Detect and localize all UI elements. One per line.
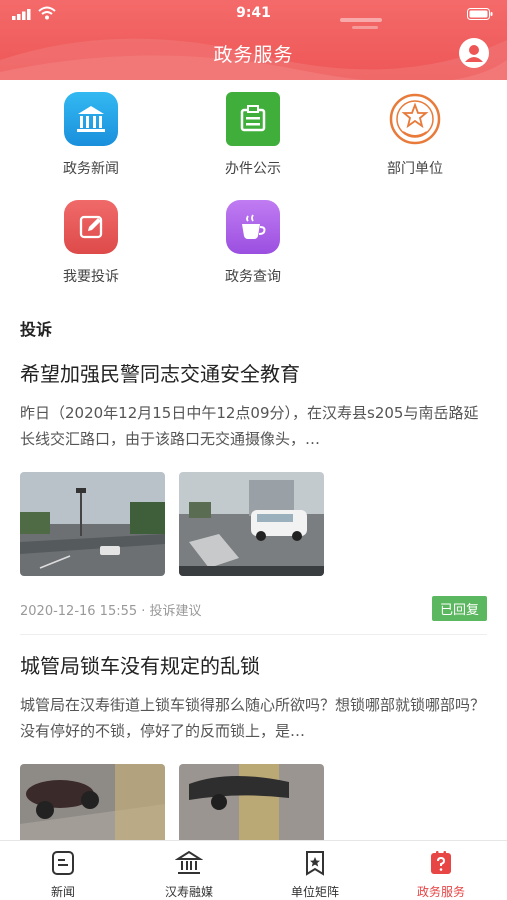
service-question-icon: [431, 851, 451, 874]
photo-car-on-road[interactable]: [179, 472, 324, 576]
complaint-title[interactable]: 城管局锁车没有规定的乱锁: [20, 652, 487, 680]
bookmark-star-icon: [306, 851, 324, 876]
quick-link-label: 办件公示: [225, 161, 281, 177]
notice-board-icon: [226, 92, 280, 146]
quick-link-gov-news[interactable]: 政务新闻: [16, 92, 166, 178]
bottom-tab-bar: 新闻 汉寿融媒 单位矩阵 政务服务: [0, 840, 507, 900]
tab-media[interactable]: 汉寿融媒: [126, 841, 252, 900]
user-avatar-icon[interactable]: [459, 38, 489, 68]
complaint-title[interactable]: 希望加强民警同志交通安全教育: [20, 360, 487, 388]
section-title: 投诉: [20, 320, 53, 339]
battery-icon: [467, 8, 493, 20]
page-title: 政务服务: [213, 44, 294, 66]
photo-road-intersection[interactable]: [20, 472, 165, 576]
card-divider: [20, 634, 487, 635]
quick-link-label: 政务新闻: [63, 161, 119, 177]
status-bar: 9:41: [0, 0, 507, 28]
quick-link-departments[interactable]: 部门单位: [340, 92, 490, 178]
edit-icon: [64, 200, 118, 254]
tab-label: 单位矩阵: [290, 885, 339, 899]
coffee-cup-icon: [226, 200, 280, 254]
tab-label: 汉寿融媒: [164, 885, 213, 899]
tab-label: 新闻: [50, 885, 75, 899]
quick-link-complaint[interactable]: 我要投诉: [16, 200, 166, 286]
status-badge: 已回复: [431, 596, 487, 621]
tab-label: 政务服务: [416, 885, 465, 899]
quick-link-label: 政务查询: [225, 269, 281, 285]
quick-link-label: 我要投诉: [63, 269, 119, 285]
quick-link-public-notice[interactable]: 办件公示: [178, 92, 328, 178]
tab-unit-matrix[interactable]: 单位矩阵: [252, 841, 378, 900]
complaint-card[interactable]: 希望加强民警同志交通安全教育 昨日（2020年12月15日中午12点09分），在…: [20, 360, 487, 621]
complaint-desc: 城管局在汉寿街道上锁车锁得那么随心所欲吗？想锁哪部就锁哪部吗？没有停好的不锁，停…: [20, 696, 486, 740]
tab-news[interactable]: 新闻: [0, 841, 126, 900]
tab-gov-service[interactable]: 政务服务: [378, 841, 504, 900]
news-icon: [52, 851, 74, 875]
app-header: 9:41 政务服务: [0, 0, 507, 80]
quick-link-gov-query[interactable]: 政务查询: [178, 200, 328, 286]
media-building-icon: [174, 850, 204, 874]
complaint-card[interactable]: 城管局锁车没有规定的乱锁 城管局在汉寿街道上锁车锁得那么随心所欲吗？想锁哪部就锁…: [20, 652, 487, 870]
bank-icon: [64, 92, 118, 146]
complaint-photos: [20, 472, 487, 578]
complaint-desc: 昨日（2020年12月15日中午12点09分），在汉寿县s205与南岳路延长线交…: [20, 404, 479, 448]
complaint-meta: 2020-12-16 15:55 · 投诉建议: [20, 604, 202, 619]
quick-link-label: 部门单位: [387, 161, 443, 177]
police-emblem-icon: [388, 92, 442, 146]
status-time: 9:41: [236, 5, 271, 21]
